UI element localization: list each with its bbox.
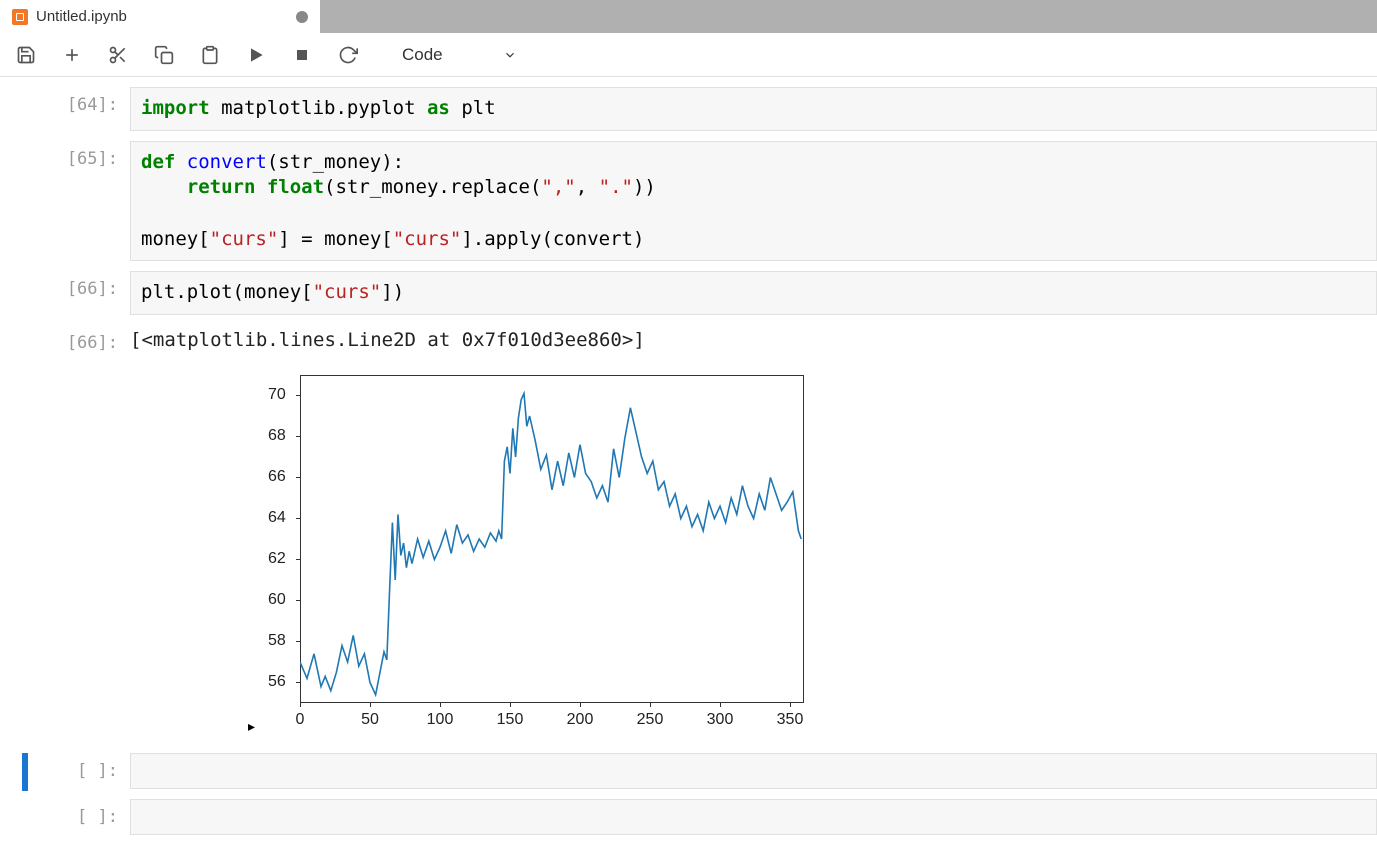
output-text: [<matplotlib.lines.Line2D at 0x7f010d3ee…: [130, 325, 1377, 355]
cell-body: def convert(str_money): return float(str…: [130, 141, 1377, 262]
cell-body: [<matplotlib.lines.Line2D at 0x7f010d3ee…: [130, 325, 1377, 733]
y-tick-label: 56: [268, 673, 286, 691]
restart-button[interactable]: [336, 43, 360, 67]
cell-row[interactable]: [66]:[<matplotlib.lines.Line2D at 0x7f01…: [0, 325, 1377, 733]
code-input[interactable]: [130, 753, 1377, 789]
cell-prompt: [ ]:: [0, 799, 130, 835]
code-input[interactable]: def convert(str_money): return float(str…: [130, 141, 1377, 262]
cell-body: plt.plot(money["curs"]): [130, 271, 1377, 315]
run-button[interactable]: [244, 43, 268, 67]
x-tick-label: 200: [567, 711, 594, 729]
cell-row[interactable]: [ ]:: [0, 799, 1377, 835]
toolbar: Code: [0, 33, 1377, 77]
cell-body: import matplotlib.pyplot as plt: [130, 87, 1377, 131]
unsaved-dot-icon: [296, 11, 308, 23]
notebook-tab[interactable]: Untitled.ipynb: [0, 0, 320, 33]
cell-prompt: [66]:: [0, 271, 130, 315]
x-tick-label: 150: [497, 711, 524, 729]
add-cell-button[interactable]: [60, 43, 84, 67]
cell-row[interactable]: [66]:plt.plot(money["curs"]): [0, 271, 1377, 315]
save-button[interactable]: [14, 43, 38, 67]
x-tick-label: 50: [361, 711, 379, 729]
y-tick-label: 68: [268, 427, 286, 445]
cell-prompt: [64]:: [0, 87, 130, 131]
copy-button[interactable]: [152, 43, 176, 67]
paste-button[interactable]: [198, 43, 222, 67]
y-tick-label: 66: [268, 468, 286, 486]
chevron-down-icon: [503, 48, 517, 62]
line-series: [300, 393, 801, 694]
x-tick-label: 250: [637, 711, 664, 729]
code-input[interactable]: [130, 799, 1377, 835]
chart-output: 5658606264666870050100150200250300350: [130, 363, 670, 733]
x-tick-label: 0: [296, 711, 305, 729]
selection-bar: [22, 753, 28, 791]
cell-row[interactable]: [64]:import matplotlib.pyplot as plt: [0, 87, 1377, 131]
tab-bar: Untitled.ipynb: [0, 0, 1377, 33]
cell-prompt: [65]:: [0, 141, 130, 262]
cell-row[interactable]: [ ]:: [0, 753, 1377, 789]
cell-type-dropdown[interactable]: Code: [392, 41, 527, 69]
cell-prompt: [66]:: [0, 325, 130, 733]
code-input[interactable]: plt.plot(money["curs"]): [130, 271, 1377, 315]
x-tick-label: 350: [777, 711, 804, 729]
notebook-area[interactable]: [64]:import matplotlib.pyplot as plt[65]…: [0, 77, 1377, 835]
cell-row[interactable]: [65]:def convert(str_money): return floa…: [0, 141, 1377, 262]
cell-body: [130, 799, 1377, 835]
cell-type-label: Code: [402, 45, 443, 65]
x-tick-label: 100: [427, 711, 454, 729]
x-tick-label: 300: [707, 711, 734, 729]
stop-button[interactable]: [290, 43, 314, 67]
code-input[interactable]: import matplotlib.pyplot as plt: [130, 87, 1377, 131]
tab-title: Untitled.ipynb: [36, 8, 127, 25]
y-tick-label: 58: [268, 632, 286, 650]
y-tick-label: 60: [268, 591, 286, 609]
cell-prompt: [ ]:: [0, 753, 130, 789]
cut-button[interactable]: [106, 43, 130, 67]
y-tick-label: 70: [268, 386, 286, 404]
y-tick-label: 62: [268, 550, 286, 568]
y-tick-label: 64: [268, 509, 286, 527]
notebook-icon: [12, 9, 28, 25]
cell-body: [130, 753, 1377, 789]
